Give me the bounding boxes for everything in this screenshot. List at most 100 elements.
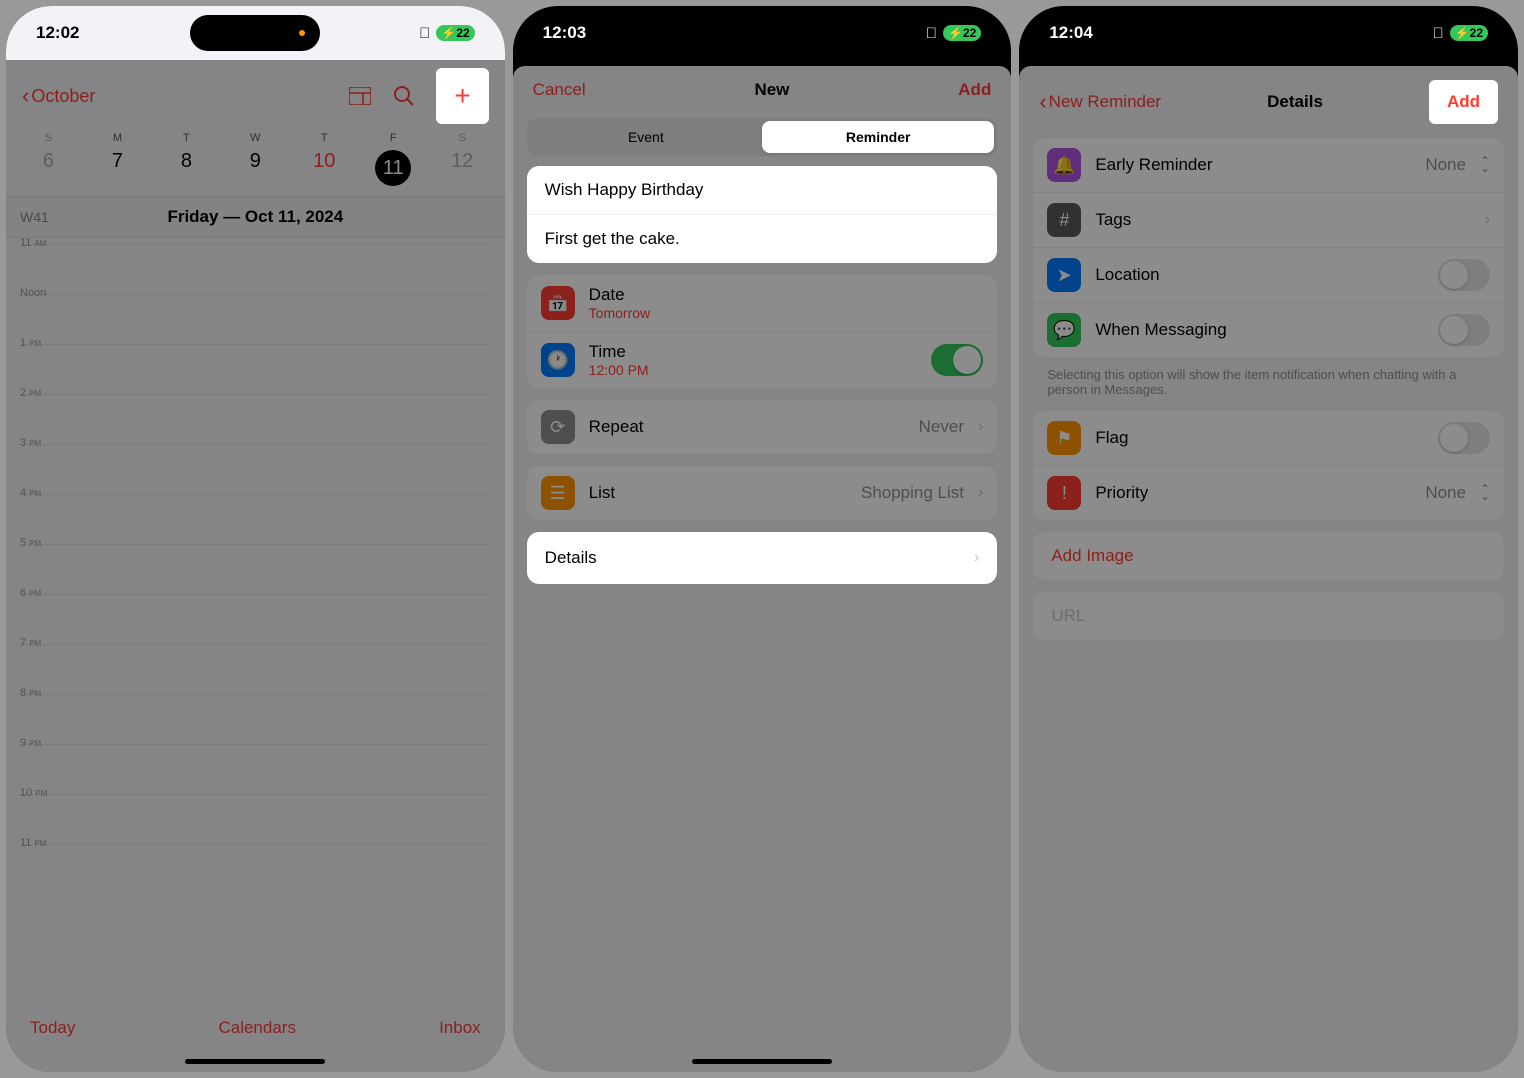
date-cell[interactable]: 10 (290, 150, 359, 186)
priority-row[interactable]: ! Priority None ⌃⌄ (1033, 465, 1504, 520)
details-screen: 12:04 􀙇 ⚡22 ‹ New Reminder Details Add 🔔… (1019, 6, 1518, 1072)
repeat-card: ⟳ Repeat Never › (527, 400, 998, 454)
bottom-toolbar: Today Calendars Inbox (6, 1000, 505, 1056)
today-button[interactable]: Today (30, 1018, 75, 1038)
hour-label: 10 PM (20, 787, 47, 799)
segment-event[interactable]: Event (530, 121, 762, 153)
hour-grid[interactable]: 11 AM Noon 1 PM 2 PM 3 PM 4 PM 5 PM 6 PM… (6, 238, 505, 900)
cancel-button[interactable]: Cancel (533, 80, 586, 100)
modal-title: New (754, 80, 789, 100)
details-label: Details (545, 548, 597, 568)
calendars-button[interactable]: Calendars (218, 1018, 296, 1038)
wifi-icon: 􀙇 (1432, 25, 1443, 42)
weekday: S (14, 132, 83, 144)
back-button[interactable]: ‹ October (22, 83, 95, 109)
hour-label: 5 PM (20, 537, 41, 549)
repeat-value: Never (919, 417, 964, 437)
repeat-row[interactable]: ⟳ Repeat Never › (527, 400, 998, 454)
status-bar: 12:02 􀙇 ⚡22 (6, 6, 505, 60)
home-indicator[interactable] (692, 1059, 832, 1064)
modal-title: Details (1267, 92, 1323, 112)
date-label: Date (589, 285, 984, 305)
hour-label: 3 PM (20, 437, 41, 449)
add-button[interactable]: Add (1429, 80, 1498, 124)
calendar-icon: 📅 (541, 286, 575, 320)
date-row[interactable]: 📅 Date Tomorrow (527, 275, 998, 331)
status-indicators: 􀙇 ⚡22 (926, 25, 982, 42)
hour-label: 9 PM (20, 737, 41, 749)
weekday: T (290, 132, 359, 144)
day-header: W41 Friday — Oct 11, 2024 (6, 196, 505, 238)
title-notes-card: Wish Happy Birthday First get the cake. (527, 166, 998, 263)
repeat-label: Repeat (589, 417, 905, 437)
date-cell[interactable]: 7 (83, 150, 152, 186)
hour-label: 8 PM (20, 687, 41, 699)
hour-label: 1 PM (20, 337, 41, 349)
home-indicator[interactable] (185, 1059, 325, 1064)
location-icon: ➤ (1047, 258, 1081, 292)
flag-toggle[interactable] (1438, 422, 1490, 454)
status-bar: 12:04 􀙇 ⚡22 (1019, 6, 1518, 60)
location-row[interactable]: ➤ Location (1033, 247, 1504, 302)
priority-icon: ! (1047, 476, 1081, 510)
add-image-button[interactable]: Add Image (1033, 532, 1504, 580)
calendar-screen: 12:02 􀙇 ⚡22 ‹ October + S M T W T F (6, 6, 505, 1072)
title-input[interactable]: Wish Happy Birthday (527, 166, 998, 214)
search-icon[interactable] (392, 84, 416, 108)
inbox-button[interactable]: Inbox (439, 1018, 481, 1038)
list-label: List (589, 483, 847, 503)
status-indicators: 􀙇 ⚡22 (419, 25, 475, 42)
flag-row[interactable]: ⚑ Flag (1033, 411, 1504, 465)
date-cell-selected[interactable]: 11 (359, 150, 428, 186)
datetime-card: 📅 Date Tomorrow 🕐 Time 12:00 PM (527, 275, 998, 388)
battery-indicator: ⚡22 (943, 25, 981, 41)
add-button[interactable]: Add (958, 80, 991, 100)
messaging-toggle[interactable] (1438, 314, 1490, 346)
url-input[interactable]: URL (1033, 592, 1504, 640)
list-view-icon[interactable] (348, 84, 372, 108)
date-cell[interactable]: 8 (152, 150, 221, 186)
clock-icon: 🕐 (541, 343, 575, 377)
messaging-label: When Messaging (1095, 320, 1424, 340)
date-cell[interactable]: 12 (428, 150, 497, 186)
message-icon: 💬 (1047, 313, 1081, 347)
list-row[interactable]: ☰ List Shopping List › (527, 466, 998, 520)
messaging-row[interactable]: 💬 When Messaging (1033, 302, 1504, 357)
back-label: New Reminder (1049, 92, 1161, 112)
tags-label: Tags (1095, 210, 1470, 230)
wifi-icon: 􀙇 (926, 25, 937, 42)
add-button[interactable]: + (436, 68, 488, 124)
back-button[interactable]: ‹ New Reminder (1039, 89, 1161, 115)
location-toggle[interactable] (1438, 259, 1490, 291)
chevron-right-icon: › (974, 549, 979, 567)
updown-icon: ⌃⌄ (1480, 158, 1490, 172)
wifi-icon: 􀙇 (419, 25, 430, 42)
chevron-left-icon: ‹ (22, 83, 29, 109)
weekday: S (428, 132, 497, 144)
status-indicators: 􀙇 ⚡22 (1432, 25, 1488, 42)
hour-label: 11 AM (20, 237, 46, 249)
back-label: October (31, 86, 95, 107)
day-title: Friday — Oct 11, 2024 (60, 207, 451, 227)
date-cell[interactable]: 9 (221, 150, 290, 186)
chevron-left-icon: ‹ (1039, 89, 1046, 115)
priority-value: None (1425, 483, 1466, 503)
early-reminder-row[interactable]: 🔔 Early Reminder None ⌃⌄ (1033, 138, 1504, 192)
time-row[interactable]: 🕐 Time 12:00 PM (527, 331, 998, 388)
hour-label: 11 PM (20, 837, 46, 849)
time-toggle[interactable] (931, 344, 983, 376)
date-cell[interactable]: 6 (14, 150, 83, 186)
details-row[interactable]: Details › (527, 532, 998, 584)
notes-input[interactable]: First get the cake. (527, 214, 998, 263)
tags-row[interactable]: # Tags › (1033, 192, 1504, 247)
date-row: 6 7 8 9 10 11 12 (6, 144, 505, 196)
chevron-right-icon: › (978, 418, 983, 436)
dynamic-island (190, 15, 320, 51)
list-icon: ☰ (541, 476, 575, 510)
segment-control[interactable]: Event Reminder (527, 118, 998, 156)
segment-reminder[interactable]: Reminder (762, 121, 994, 153)
hour-label: 7 PM (20, 637, 41, 649)
chevron-right-icon: › (978, 484, 983, 502)
list-card: ☰ List Shopping List › (527, 466, 998, 520)
weekday: F (359, 132, 428, 144)
